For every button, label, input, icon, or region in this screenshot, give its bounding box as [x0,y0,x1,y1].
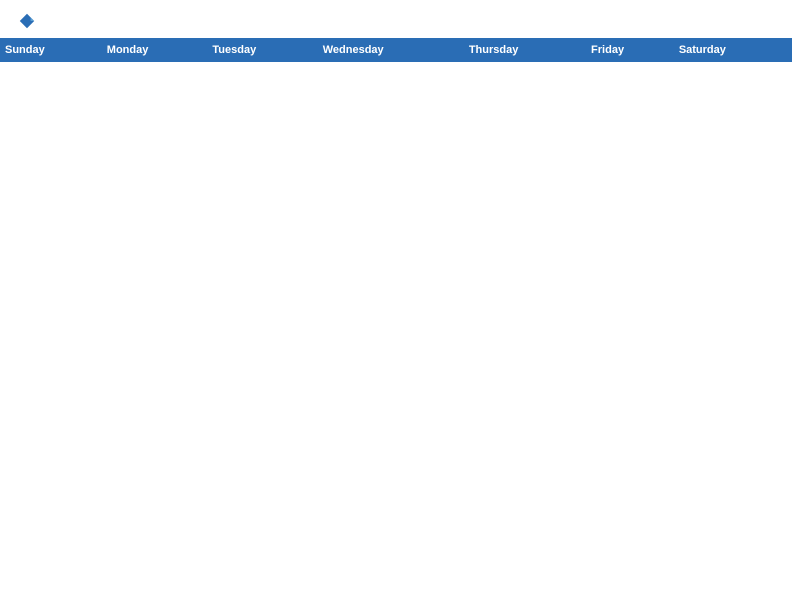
logo [16,12,36,30]
footer [0,62,792,70]
weekday-header: Wednesday [318,39,464,62]
page-header [0,0,792,38]
calendar-header-row: SundayMondayTuesdayWednesdayThursdayFrid… [1,39,792,62]
weekday-header: Saturday [674,39,791,62]
weekday-header: Sunday [1,39,103,62]
weekday-header: Tuesday [208,39,318,62]
weekday-header: Monday [102,39,208,62]
weekday-header: Friday [587,39,675,62]
weekday-header: Thursday [464,39,586,62]
logo-icon [18,12,36,30]
calendar-table: SundayMondayTuesdayWednesdayThursdayFrid… [0,38,792,62]
